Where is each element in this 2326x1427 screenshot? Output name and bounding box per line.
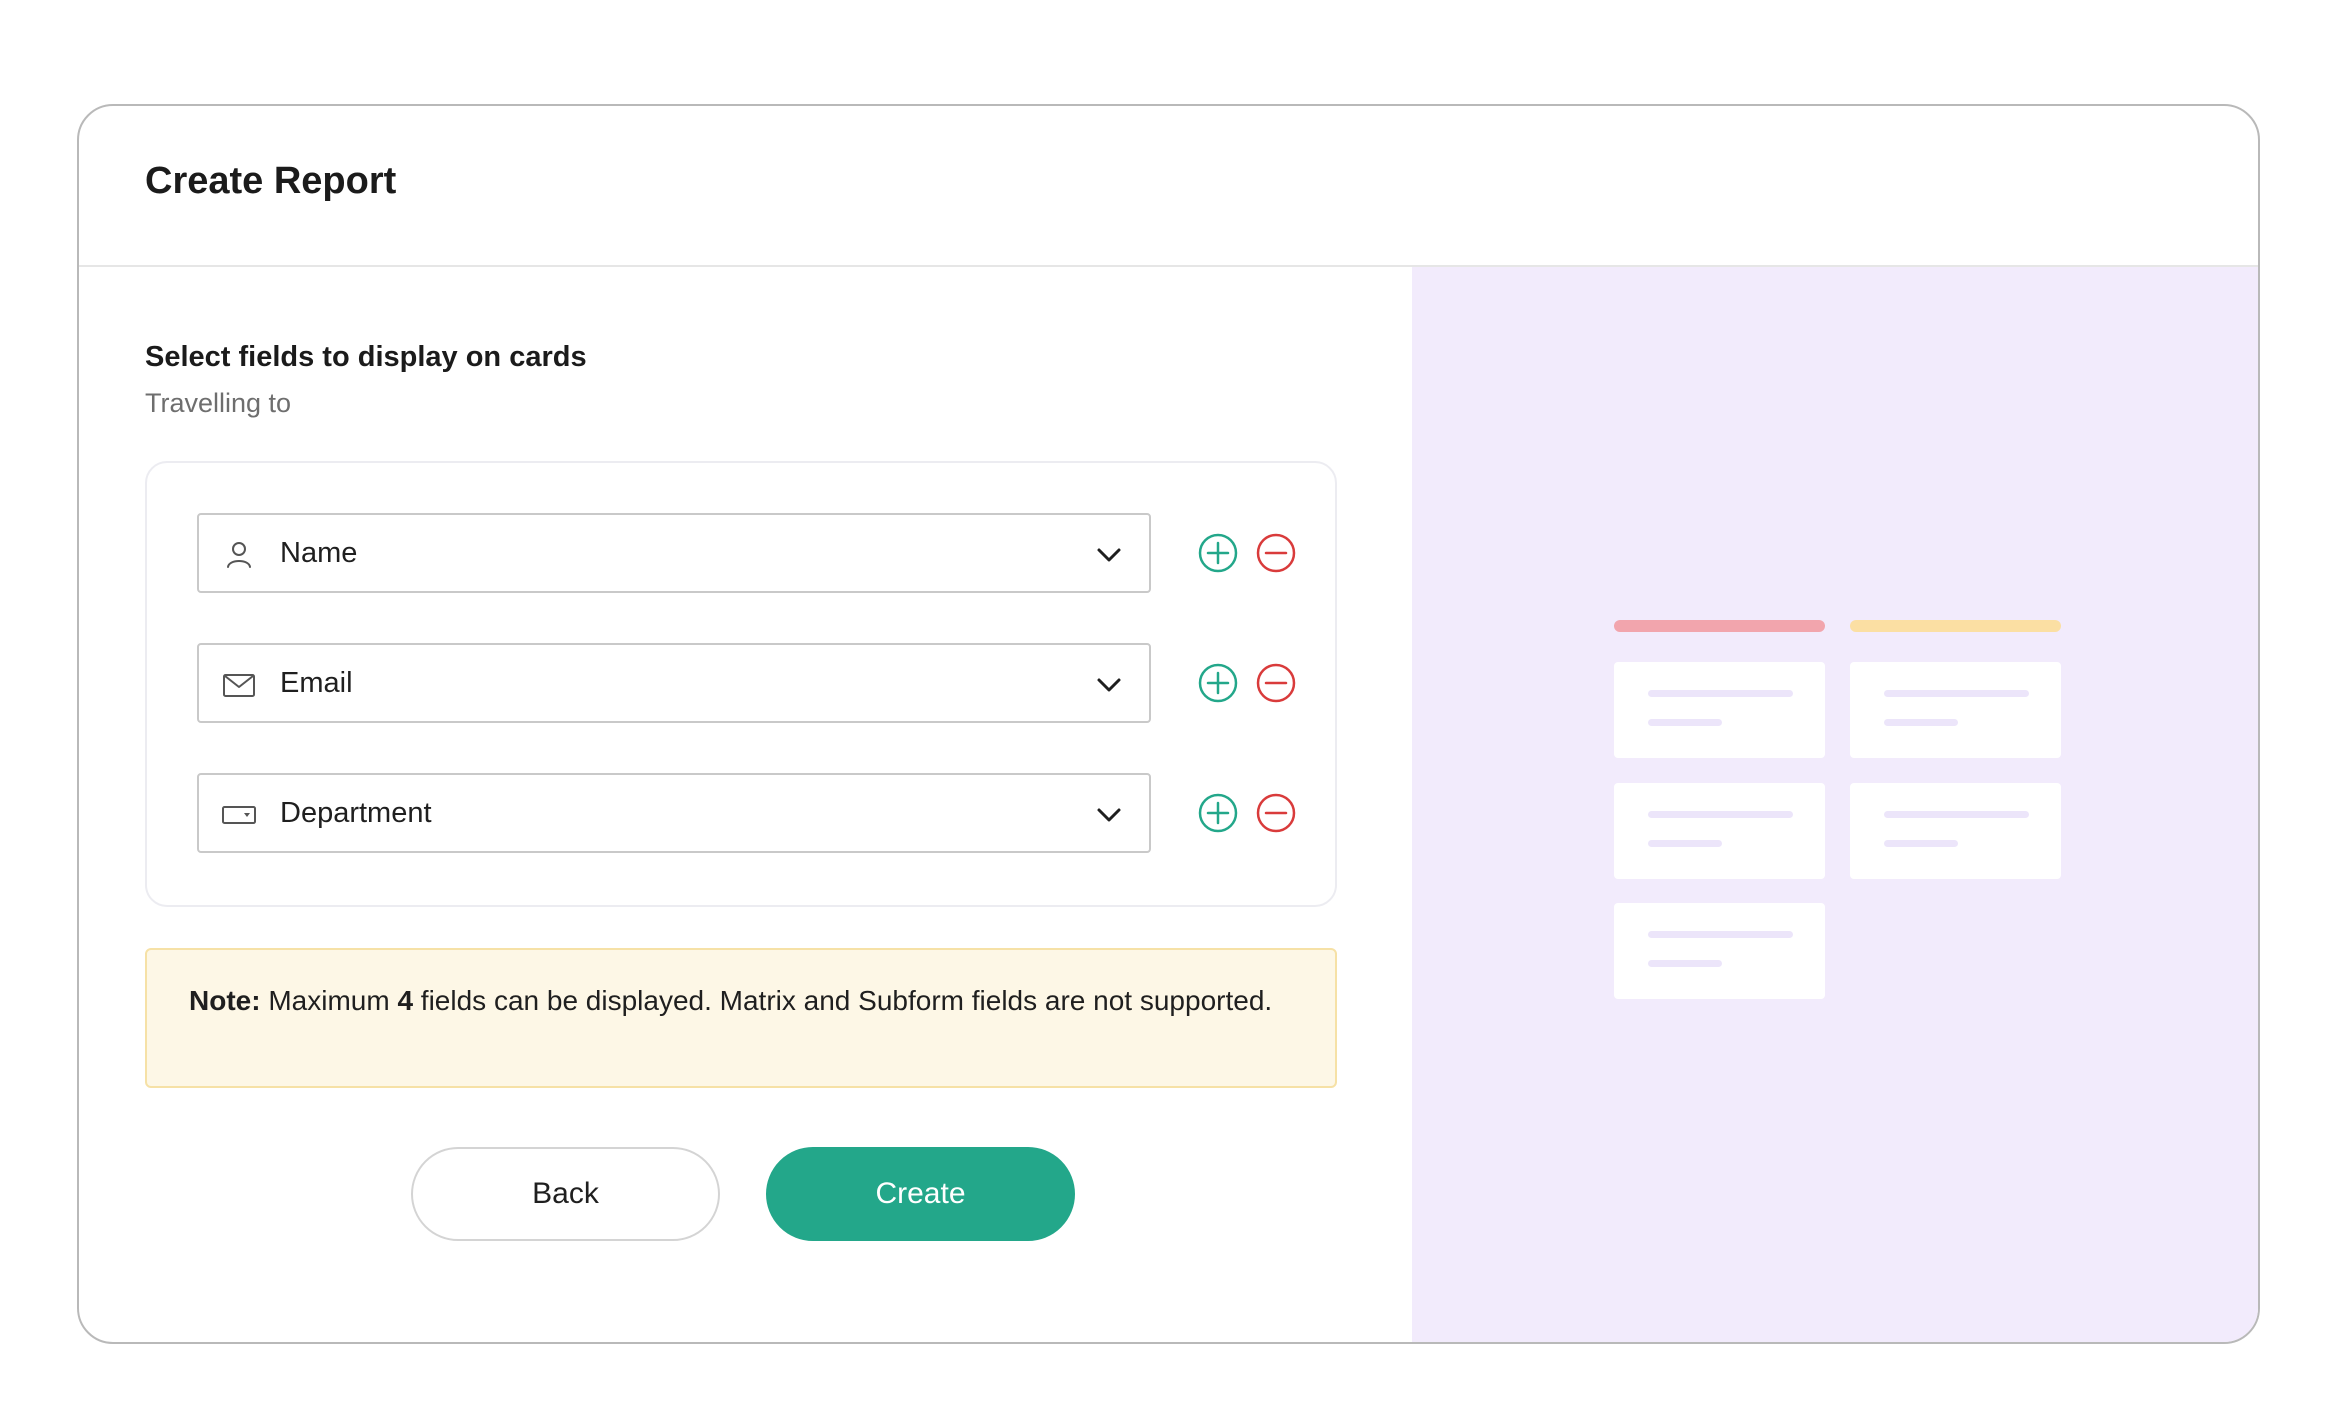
add-field-button[interactable]: [1197, 662, 1239, 704]
note-text-before: Maximum: [260, 985, 398, 1016]
remove-field-button[interactable]: [1255, 662, 1297, 704]
note-prefix: Note:: [189, 985, 261, 1016]
preview-card-line: [1884, 840, 1958, 847]
preview-card-line: [1648, 690, 1793, 697]
add-field-button[interactable]: [1197, 532, 1239, 574]
note-max-count: 4: [397, 985, 414, 1016]
dialog-title: Create Report: [145, 160, 397, 202]
field-label: Department: [280, 797, 432, 829]
preview-card: [1850, 783, 2061, 879]
note-text-after: fields can be displayed. Matrix and Subf…: [413, 985, 1273, 1016]
field-row-email: Email: [197, 643, 1317, 723]
preview-card-line: [1884, 690, 2029, 697]
preview-column-header-1: [1614, 620, 1825, 632]
preview-card-line: [1648, 960, 1722, 967]
field-select-email[interactable]: Email: [197, 643, 1151, 723]
preview-card-line: [1884, 719, 1958, 726]
preview-card-line: [1648, 811, 1793, 818]
create-report-dialog: Create Report Select fields to display o…: [77, 104, 2260, 1344]
field-select-name[interactable]: Name: [197, 513, 1151, 593]
preview-card-line: [1648, 840, 1722, 847]
chevron-down-icon: [1097, 548, 1121, 562]
create-button[interactable]: Create: [766, 1147, 1075, 1241]
field-label: Name: [280, 537, 358, 569]
dropdown-field-icon: [222, 806, 256, 824]
fields-card: Name Email Department: [145, 461, 1337, 907]
chevron-down-icon: [1097, 808, 1121, 822]
preview-card-line: [1884, 811, 2029, 818]
section-heading: Select fields to display on cards: [145, 341, 587, 373]
field-row-name: Name: [197, 513, 1317, 593]
dialog-header: Create Report: [79, 106, 2258, 267]
back-button[interactable]: Back: [411, 1147, 720, 1241]
person-icon: [227, 542, 251, 568]
field-selection-pane: Select fields to display on cards Travel…: [79, 267, 1412, 1342]
board-preview-illustration: [1412, 267, 2258, 1342]
preview-card-line: [1648, 931, 1793, 938]
preview-card: [1850, 662, 2061, 758]
preview-card-line: [1648, 719, 1722, 726]
preview-card: [1614, 662, 1825, 758]
note-box: Note: Maximum 4 fields can be displayed.…: [145, 948, 1337, 1088]
section-subheading: Travelling to: [145, 388, 292, 418]
remove-field-button[interactable]: [1255, 792, 1297, 834]
preview-column-header-2: [1850, 620, 2061, 632]
field-label: Email: [280, 667, 353, 699]
field-row-department: Department: [197, 773, 1317, 853]
field-select-department[interactable]: Department: [197, 773, 1151, 853]
chevron-down-icon: [1097, 678, 1121, 692]
remove-field-button[interactable]: [1255, 532, 1297, 574]
card-preview-pane: [1412, 267, 2258, 1342]
mail-icon: [223, 674, 255, 697]
preview-card: [1614, 783, 1825, 879]
add-field-button[interactable]: [1197, 792, 1239, 834]
preview-card: [1614, 903, 1825, 999]
